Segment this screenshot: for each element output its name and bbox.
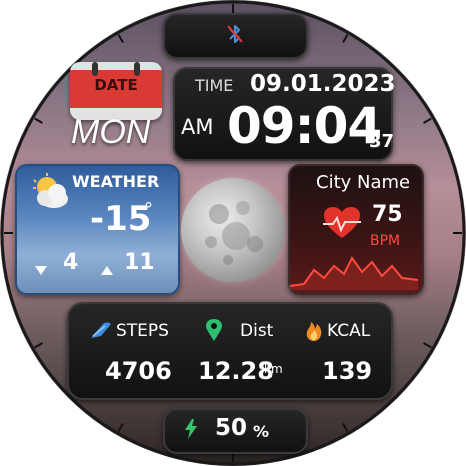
calendar-label: DATE: [94, 76, 138, 94]
bezel-tick: [342, 34, 349, 43]
bezel-tick: [117, 34, 124, 43]
temperature-value: -15: [90, 199, 152, 239]
partly-cloudy-icon: [33, 173, 68, 208]
battery-pill[interactable]: 50 %: [163, 408, 308, 454]
time-value: 09:04: [227, 97, 382, 155]
watch-face: DATE MON TIME 09.01.2023 AM 09:04 37 WEA…: [0, 0, 466, 466]
activity-stats-panel[interactable]: STEPS 4706 Dist 12.28 km KCAL 139: [67, 302, 393, 400]
seconds-value: 37: [369, 131, 395, 152]
bezel-tick: [34, 342, 43, 349]
bluetooth-off-icon: [227, 25, 243, 43]
weather-label: WEATHER: [72, 172, 160, 191]
time-label: TIME: [195, 76, 234, 95]
kcal-value: 139: [322, 357, 373, 385]
low-temp-value: 4: [63, 250, 79, 275]
heart-rate-graph: [290, 256, 418, 290]
city-name: City Name: [316, 172, 411, 193]
dist-label: Dist: [240, 321, 274, 341]
battery-unit: %: [253, 422, 270, 441]
calendar-ring-left: [92, 62, 98, 76]
moon-phase-icon: [181, 178, 285, 282]
bezel-tick: [34, 117, 43, 124]
steps-label: STEPS: [116, 321, 169, 341]
date-value: 09.01.2023: [250, 71, 396, 97]
dist-value: 12.28: [198, 357, 274, 385]
calendar-date-button[interactable]: DATE: [70, 62, 162, 120]
ampm-label: AM: [181, 115, 214, 139]
high-temp-value: 11: [124, 250, 155, 275]
flame-icon: [306, 322, 322, 341]
location-pin-icon: [206, 319, 222, 341]
heart-rate-panel[interactable]: City Name 75 BPM: [288, 164, 424, 295]
steps-value: 4706: [105, 357, 172, 385]
weather-panel[interactable]: WEATHER -15 ° 4 11: [15, 164, 180, 295]
bezel-tick: [342, 423, 349, 432]
heart-icon: [323, 207, 361, 238]
heart-rate-value: 75: [372, 202, 403, 227]
kcal-label: KCAL: [327, 321, 371, 341]
high-temp-arrow-icon: [101, 266, 113, 275]
bezel-tick: [423, 342, 432, 349]
steps-icon: [91, 322, 111, 338]
battery-value: 50: [215, 415, 248, 441]
calendar-ring-right: [134, 62, 140, 76]
weekday: MON: [71, 113, 151, 151]
temperature-unit: °: [144, 199, 153, 220]
status-pill[interactable]: [163, 13, 308, 59]
low-temp-arrow-icon: [35, 266, 47, 275]
bezel-tick: [117, 423, 124, 432]
moon-craters: [205, 201, 263, 265]
dist-unit: km: [264, 362, 283, 376]
bezel-tick: [423, 117, 432, 124]
date-time-panel[interactable]: TIME 09.01.2023 AM 09:04 37: [173, 67, 396, 161]
heart-rate-unit: BPM: [370, 233, 401, 249]
lightning-icon: [185, 419, 197, 439]
